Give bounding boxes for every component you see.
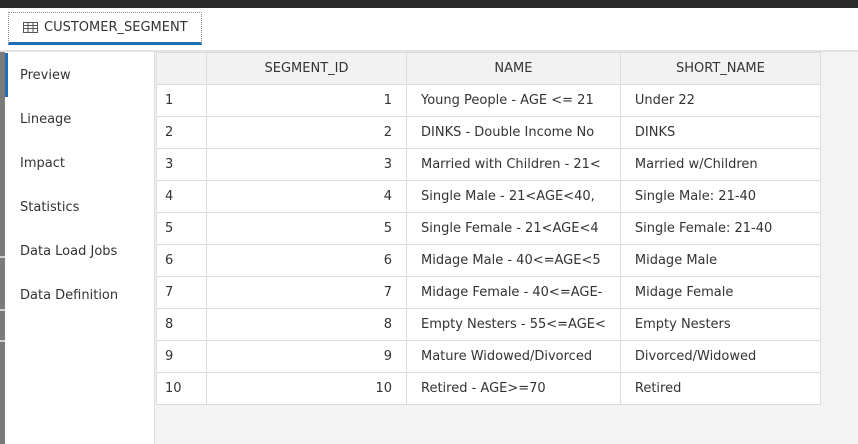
table-row[interactable]: 9 9 Mature Widowed/Divorced Divorced/Widowe… (156, 340, 821, 373)
sidebar-item-statistics[interactable]: Statistics (5, 185, 154, 229)
segment-id-cell[interactable]: 9 (206, 340, 407, 373)
sidebar-item-data-load-jobs[interactable]: Data Load Jobs (5, 229, 154, 273)
sidebar-item-label: Data Definition (20, 287, 119, 303)
row-number-cell[interactable]: 3 (156, 148, 207, 181)
row-number-cell[interactable]: 2 (156, 116, 207, 149)
short-name-cell[interactable]: Single Male: 21-40 (619, 180, 821, 213)
tab-label: CUSTOMER_SEGMENT (44, 20, 188, 35)
segment-id-cell[interactable]: 3 (206, 148, 407, 181)
column-header-short-name[interactable]: SHORT_NAME (619, 52, 821, 85)
name-cell[interactable]: Single Female - 21<AGE<4 (406, 212, 621, 245)
sidebar-item-lineage[interactable]: Lineage (5, 97, 154, 141)
sidebar-item-label: Lineage (20, 111, 72, 127)
segment-id-cell[interactable]: 7 (206, 276, 407, 309)
short-name-cell[interactable]: Married w/Children (619, 148, 821, 181)
sidebar-nav: Preview Lineage Impact Statistics Data L… (5, 52, 155, 444)
name-cell[interactable]: Retired - AGE>=70 (406, 372, 621, 405)
segment-id-cell[interactable]: 4 (206, 180, 407, 213)
row-number-cell[interactable]: 4 (156, 180, 207, 213)
short-name-cell[interactable]: Retired (619, 372, 821, 405)
table-row[interactable]: 1 1 Young People - AGE <= 21 Under 22 (156, 84, 821, 117)
name-cell[interactable]: DINKS - Double Income No (406, 116, 621, 149)
table-row[interactable]: 8 8 Empty Nesters - 55<=AGE< Empty Nesters (156, 308, 821, 341)
row-number-cell[interactable]: 7 (156, 276, 207, 309)
row-number-cell[interactable]: 1 (156, 84, 207, 117)
table-row[interactable]: 2 2 DINKS - Double Income No DINKS (156, 116, 821, 149)
tab-customer-segment[interactable]: CUSTOMER_SEGMENT (8, 12, 202, 45)
column-header-rownum[interactable] (156, 52, 207, 85)
row-number-cell[interactable]: 10 (156, 372, 207, 405)
short-name-cell[interactable]: Single Female: 21-40 (619, 212, 821, 245)
name-cell[interactable]: Young People - AGE <= 21 (406, 84, 621, 117)
table-row[interactable]: 3 3 Married with Children - 21< Married w/C… (156, 148, 821, 181)
table-icon (23, 22, 38, 33)
segment-id-cell[interactable]: 10 (206, 372, 407, 405)
table-row[interactable]: 4 4 Single Male - 21<AGE<40, Single Male: 2… (156, 180, 821, 213)
segment-id-cell[interactable]: 8 (206, 308, 407, 341)
table-row[interactable]: 6 6 Midage Male - 40<=AGE<5 Midage Male (156, 244, 821, 277)
name-cell[interactable]: Midage Female - 40<=AGE- (406, 276, 621, 309)
sidebar-item-impact[interactable]: Impact (5, 141, 154, 185)
name-cell[interactable]: Single Male - 21<AGE<40, (406, 180, 621, 213)
short-name-cell[interactable]: Divorced/Widowed (619, 340, 821, 373)
sidebar-item-label: Data Load Jobs (20, 243, 118, 259)
table-row[interactable]: 10 10 Retired - AGE>=70 Retired (156, 372, 821, 405)
data-grid: SEGMENT_ID NAME SHORT_NAME 1 1 Young Peopl… (156, 52, 821, 405)
short-name-cell[interactable]: Empty Nesters (619, 308, 821, 341)
name-cell[interactable]: Married with Children - 21< (406, 148, 621, 181)
row-number-cell[interactable]: 8 (156, 308, 207, 341)
segment-id-cell[interactable]: 1 (206, 84, 407, 117)
short-name-cell[interactable]: Under 22 (619, 84, 821, 117)
name-cell[interactable]: Mature Widowed/Divorced (406, 340, 621, 373)
table-row[interactable]: 5 5 Single Female - 21<AGE<4 Single Female:… (156, 212, 821, 245)
window-top-bar (0, 0, 858, 8)
sidebar-item-data-definition[interactable]: Data Definition (5, 273, 154, 317)
row-number-cell[interactable]: 5 (156, 212, 207, 245)
sidebar-item-preview[interactable]: Preview (5, 53, 154, 97)
short-name-cell[interactable]: DINKS (619, 116, 821, 149)
short-name-cell[interactable]: Midage Female (619, 276, 821, 309)
name-cell[interactable]: Midage Male - 40<=AGE<5 (406, 244, 621, 277)
sidebar-item-label: Preview (20, 67, 71, 83)
table-row[interactable]: 7 7 Midage Female - 40<=AGE- Midage Female (156, 276, 821, 309)
editor-tab-bar: CUSTOMER_SEGMENT (0, 8, 858, 52)
short-name-cell[interactable]: Midage Male (619, 244, 821, 277)
preview-panel: SEGMENT_ID NAME SHORT_NAME 1 1 Young Peopl… (156, 52, 858, 444)
row-number-cell[interactable]: 9 (156, 340, 207, 373)
column-header-segment-id[interactable]: SEGMENT_ID (206, 52, 407, 85)
segment-id-cell[interactable]: 6 (206, 244, 407, 277)
column-header-name[interactable]: NAME (406, 52, 621, 85)
grid-header-row: SEGMENT_ID NAME SHORT_NAME (156, 52, 821, 85)
segment-id-cell[interactable]: 2 (206, 116, 407, 149)
name-cell[interactable]: Empty Nesters - 55<=AGE< (406, 308, 621, 341)
segment-id-cell[interactable]: 5 (206, 212, 407, 245)
sidebar-item-label: Impact (20, 155, 65, 171)
sidebar-item-label: Statistics (20, 199, 80, 215)
row-number-cell[interactable]: 6 (156, 244, 207, 277)
